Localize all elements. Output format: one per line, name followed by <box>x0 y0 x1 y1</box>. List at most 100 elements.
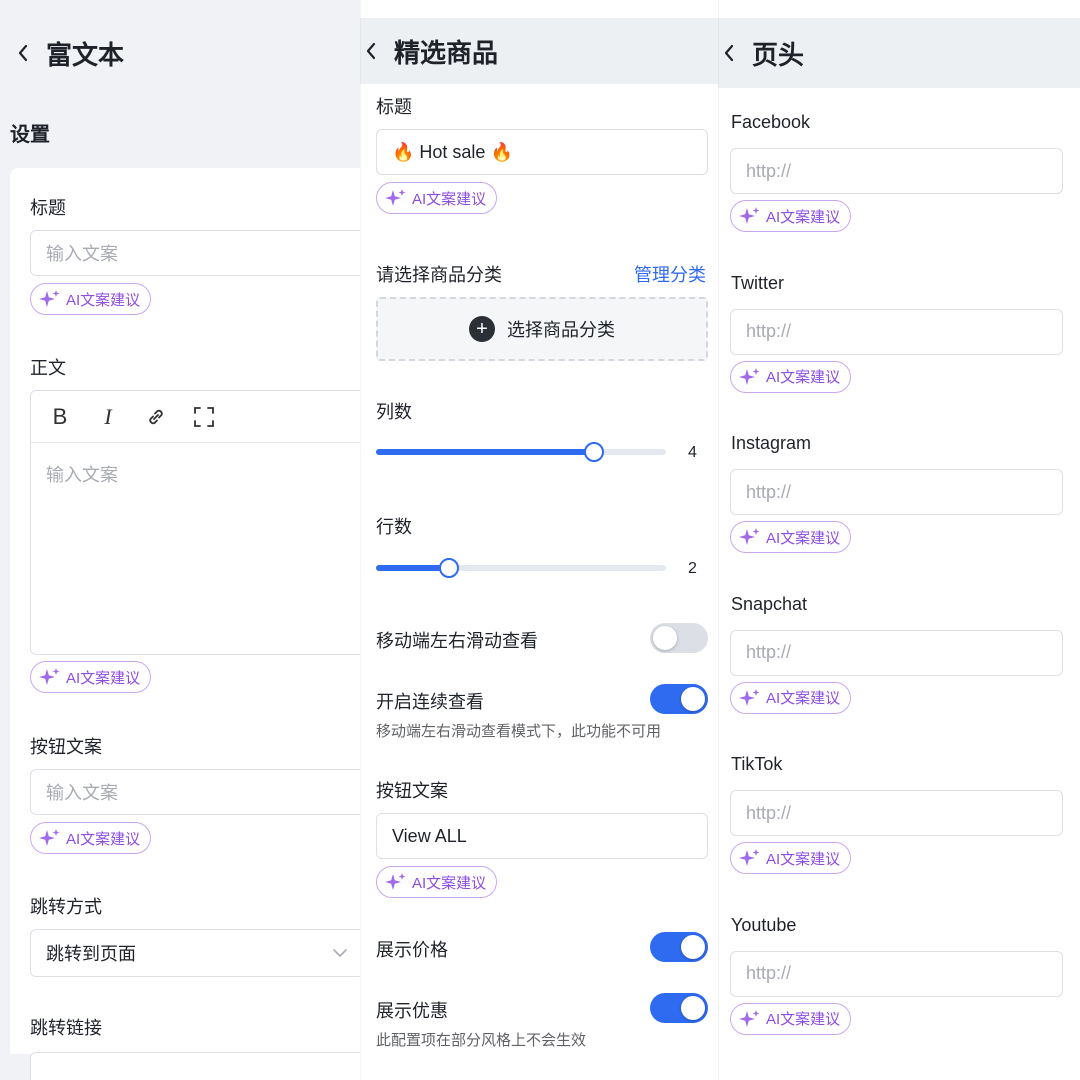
columns-slider[interactable] <box>376 440 666 464</box>
jump-link-input[interactable] <box>30 1052 360 1080</box>
instagram-label: Instagram <box>731 433 812 453</box>
youtube-url-input[interactable]: http:// <box>730 950 1063 997</box>
jump-link-label: 跳转链接 <box>30 1018 102 1038</box>
featured-header: 精选商品 <box>360 18 718 84</box>
rich-text-editor[interactable]: B I 输入文案 <box>30 390 360 655</box>
sparkle-icon <box>739 207 760 224</box>
youtube-label: Youtube <box>731 914 797 935</box>
rows-slider[interactable] <box>376 556 666 580</box>
slider-thumb[interactable] <box>583 442 604 462</box>
snapchat-label: Snapchat <box>731 593 808 614</box>
ai-suggest-label: AI文案建议 <box>766 369 841 386</box>
link-icon[interactable] <box>145 406 167 428</box>
rows-label: 行数 <box>376 517 412 537</box>
page-header-header: 页头 <box>718 18 1080 88</box>
title-input[interactable]: 🔥 Hot sale 🔥 <box>376 129 708 175</box>
back-arrow-icon[interactable] <box>718 42 740 64</box>
plus-icon: + <box>469 316 495 342</box>
editor-placeholder: 输入文案 <box>46 465 118 485</box>
ai-suggest-button[interactable]: AI文案建议 <box>730 681 852 714</box>
editor-toolbar: B I <box>31 391 360 443</box>
tiktok-url-input[interactable]: http:// <box>730 790 1063 836</box>
ai-suggest-label: AI文案建议 <box>766 850 841 868</box>
columns-label: 列数 <box>376 402 412 422</box>
jump-mode-label: 跳转方式 <box>30 897 102 917</box>
title-label: 标题 <box>376 97 412 117</box>
ai-suggest-button[interactable]: AI文案建议 <box>30 661 152 693</box>
ai-suggest-label: AI文案建议 <box>766 208 841 226</box>
section-title: 设置 <box>10 124 50 146</box>
continuous-hint: 移动端左右滑动查看模式下，此功能不可用 <box>376 723 662 740</box>
swipe-toggle[interactable] <box>650 623 708 653</box>
ai-suggest-button[interactable]: AI文案建议 <box>730 360 852 393</box>
continuous-toggle[interactable] <box>650 684 708 714</box>
facebook-label: Facebook <box>731 112 811 132</box>
page-header-panel: 页头 Facebook http:// AI文案建议 Twitter http:// AI… <box>718 0 1080 1080</box>
ai-suggest-button[interactable]: AI文案建议 <box>730 842 852 874</box>
ai-suggest-label: AI文案建议 <box>766 1011 841 1028</box>
instagram-url-input[interactable]: http:// <box>730 469 1063 515</box>
ai-suggest-button[interactable]: AI文案建议 <box>730 1002 852 1035</box>
jump-mode-select[interactable]: 跳转到页面 <box>30 929 360 977</box>
ai-suggest-button[interactable]: AI文案建议 <box>730 200 852 232</box>
back-arrow-icon[interactable] <box>12 42 34 64</box>
show-price-toggle[interactable] <box>650 932 708 962</box>
ai-suggest-label: AI文案建议 <box>66 830 141 848</box>
sparkle-icon <box>739 367 760 385</box>
continuous-label: 开启连续查看 <box>376 692 484 712</box>
show-discount-label: 展示优惠 <box>376 1001 448 1021</box>
ai-suggest-label: AI文案建议 <box>766 529 841 547</box>
body-label: 正文 <box>30 358 66 378</box>
fullscreen-icon[interactable] <box>193 406 215 428</box>
rows-value: 2 <box>688 560 697 577</box>
ai-suggest-button[interactable]: AI文案建议 <box>376 182 498 214</box>
title-input[interactable]: 输入文案 <box>30 230 360 276</box>
sparkle-icon <box>385 873 406 890</box>
button-text-label: 按钮文案 <box>30 737 102 757</box>
select-category-button[interactable]: + 选择商品分类 <box>376 297 708 361</box>
ai-suggest-label: AI文案建议 <box>766 690 841 707</box>
italic-button[interactable]: I <box>97 404 119 429</box>
slider-thumb[interactable] <box>438 558 459 578</box>
button-text-input[interactable]: 输入文案 <box>30 769 360 815</box>
swipe-label: 移动端左右滑动查看 <box>376 631 538 651</box>
ai-suggest-label: AI文案建议 <box>412 190 487 208</box>
title-label: 标题 <box>30 198 66 218</box>
ai-suggest-label: AI文案建议 <box>66 291 141 309</box>
discount-hint: 此配置项在部分风格上不会生效 <box>376 1032 587 1049</box>
ai-suggest-button[interactable]: AI文案建议 <box>730 521 852 553</box>
page-title: 页头 <box>752 39 805 70</box>
sparkle-icon <box>739 528 760 545</box>
snapchat-url-input[interactable]: http:// <box>730 629 1063 676</box>
page-title: 富文本 <box>46 39 125 70</box>
sparkle-icon <box>39 829 60 846</box>
manage-categories-link[interactable]: 管理分类 <box>634 261 706 287</box>
tiktok-label: TikTok <box>731 754 783 774</box>
sparkle-icon <box>39 668 60 685</box>
select-category-label: 选择商品分类 <box>507 320 615 340</box>
featured-products-panel: 精选商品 标题 🔥 Hot sale 🔥 AI文案建议 请选择商品分类 管理分类… <box>360 0 718 1080</box>
columns-value: 4 <box>688 444 697 461</box>
twitter-url-input[interactable]: http:// <box>730 308 1063 355</box>
twitter-label: Twitter <box>731 272 785 293</box>
category-label: 请选择商品分类 <box>376 265 502 285</box>
jump-mode-value: 跳转到页面 <box>46 944 136 964</box>
chevron-down-icon <box>333 949 347 957</box>
back-arrow-icon[interactable] <box>360 40 382 62</box>
sparkle-icon <box>385 189 406 206</box>
sparkle-icon <box>739 849 760 866</box>
ai-suggest-button[interactable]: AI文案建议 <box>30 822 152 854</box>
rich-text-panel: 富文本 设置 标题 输入文案 AI文案建议 正文 B I 输入文案 AI文案建议… <box>0 0 360 1080</box>
sparkle-icon <box>39 290 60 307</box>
ai-suggest-label: AI文案建议 <box>412 874 487 892</box>
button-text-label: 按钮文案 <box>376 781 448 801</box>
sparkle-icon <box>739 688 760 706</box>
ai-suggest-label: AI文案建议 <box>66 669 141 687</box>
button-text-input[interactable]: View ALL <box>376 813 708 859</box>
ai-suggest-button[interactable]: AI文案建议 <box>30 283 152 315</box>
ai-suggest-button[interactable]: AI文案建议 <box>376 866 498 898</box>
facebook-url-input[interactable]: http:// <box>730 148 1063 194</box>
bold-button[interactable]: B <box>49 404 71 429</box>
show-discount-toggle[interactable] <box>650 993 708 1023</box>
sparkle-icon <box>739 1009 760 1027</box>
